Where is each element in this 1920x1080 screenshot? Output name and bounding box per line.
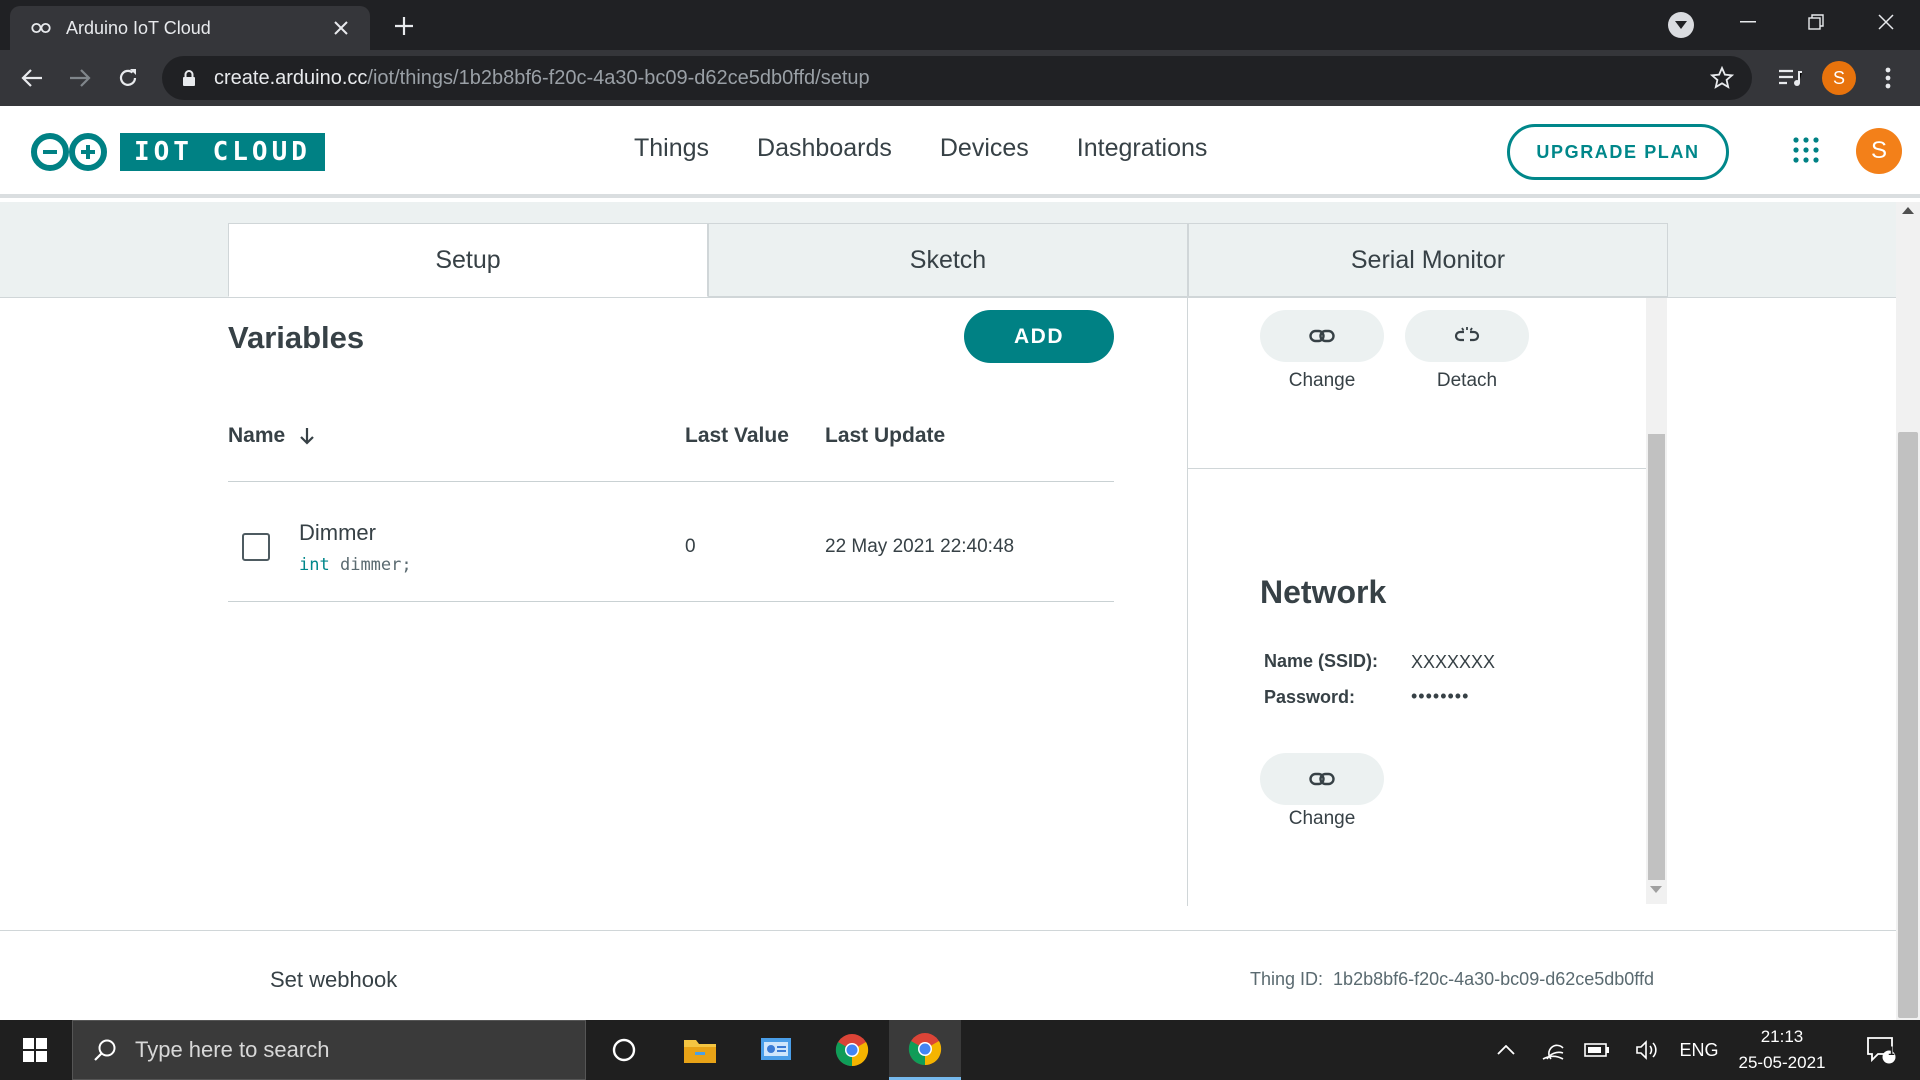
wifi-icon[interactable] [1536,1020,1570,1080]
column-name-label: Name [228,424,286,447]
ssid-label: Name (SSID): [1264,651,1379,671]
panel-scrollbar-thumb[interactable] [1648,434,1665,880]
media-queue-icon[interactable] [1774,62,1806,94]
change-network-button[interactable] [1260,753,1384,805]
link-icon [1309,329,1335,343]
variable-last-update: 22 May 2021 22:40:48 [825,536,1015,557]
start-button[interactable] [0,1020,70,1080]
nav-devices[interactable]: Devices [940,134,1029,163]
page-scroll-up-arrow-icon[interactable] [1902,206,1914,214]
thing-id-label: Thing ID: [1250,969,1324,989]
clock-time: 21:13 [1760,1027,1804,1046]
network-title: Network [1260,574,1387,610]
taskbar-search[interactable]: Type here to search [72,1020,586,1080]
back-icon[interactable] [14,60,50,96]
user-avatar[interactable]: S [1856,128,1902,174]
ssid-value: XXXXXXX [1411,652,1496,672]
detach-device-button[interactable] [1405,310,1529,362]
language-indicator[interactable]: ENG [1672,1020,1726,1080]
thing-id-value: 1b2b8bf6-f20c-4a30-bc09-d62ce5db0ffd [1333,969,1654,989]
link-icon [1309,772,1335,786]
browser-tab-title: Arduino IoT Cloud [66,17,211,38]
search-icon [94,1039,116,1061]
row-checkbox[interactable] [242,533,270,561]
column-header-last-update: Last Update [825,424,946,447]
reload-icon[interactable] [110,60,146,96]
browser-tab-strip: Arduino IoT Cloud [0,0,1920,50]
variable-name[interactable]: Dimmer [299,520,376,546]
url-path: /iot/things/1b2b8bf6-f20c-4a30-bc09-d62c… [367,66,870,89]
lock-icon [183,70,195,86]
iot-cloud-logo[interactable]: IOT CLOUD [30,132,325,172]
upgrade-plan-button[interactable]: UPGRADE PLAN [1507,124,1729,180]
page-footer: Set webhook Thing ID: 1b2b8bf6-f20c-4a30… [0,930,1896,1020]
declaration-type: int [299,555,330,575]
change-device-label: Change [1288,370,1356,391]
set-webhook-link[interactable]: Set webhook [270,967,397,993]
variable-last-value: 0 [685,536,696,557]
variable-declaration: int dimmer; [299,555,412,575]
tab-setup[interactable]: Setup [228,223,708,297]
chrome-icon[interactable] [816,1020,888,1080]
thing-tabs: Setup Sketch Serial Monitor [228,223,1668,297]
forward-icon[interactable] [62,60,98,96]
browser-tab[interactable]: Arduino IoT Cloud [10,6,370,50]
volume-icon[interactable] [1630,1020,1664,1080]
change-device-button[interactable] [1260,310,1384,362]
table-divider [228,601,1114,602]
cortana-icon[interactable] [588,1020,660,1080]
add-variable-button[interactable]: ADD [964,310,1114,363]
browser-menu-icon[interactable] [1872,62,1904,94]
clock-date: 25-05-2021 [1738,1053,1826,1072]
tab-serial-monitor[interactable]: Serial Monitor [1188,223,1668,297]
scroll-down-arrow-icon[interactable] [1650,886,1662,894]
nav-things[interactable]: Things [634,134,709,163]
tab-sketch[interactable]: Sketch [708,223,1188,297]
password-label: Password: [1264,687,1356,707]
system-clock[interactable]: 21:13 25-05-2021 [1720,1024,1844,1076]
windows-logo-icon [23,1038,47,1062]
control-panel-icon[interactable] [740,1020,812,1080]
chrome-active-icon[interactable] [889,1020,961,1080]
arduino-favicon-icon [31,22,51,34]
apps-grid-icon[interactable] [1792,136,1820,164]
declaration-name: dimmer; [339,555,412,575]
column-header-name[interactable]: Name [228,424,315,448]
table-divider [228,481,1114,482]
logo-text: IOT CLOUD [120,133,325,171]
browser-profile-avatar[interactable]: S [1822,61,1856,95]
variables-title: Variables [228,320,365,355]
bookmark-star-icon[interactable] [1710,66,1734,90]
thing-id: Thing ID: 1b2b8bf6-f20c-4a30-bc09-d62ce5… [1250,969,1654,990]
app-header: IOT CLOUD Things Dashboards Devices Inte… [0,106,1920,198]
battery-icon[interactable] [1580,1020,1614,1080]
detach-device-label: Detach [1436,370,1498,391]
browser-toolbar: create.arduino.cc/iot/things/1b2b8bf6-f2… [0,50,1920,106]
sort-arrow-down-icon [300,428,314,445]
notification-count: 1 [1888,1044,1895,1058]
file-explorer-icon[interactable] [664,1020,736,1080]
nav-dashboards[interactable]: Dashboards [757,134,892,163]
taskbar-search-placeholder: Type here to search [135,1037,330,1062]
address-bar[interactable]: create.arduino.cc/iot/things/1b2b8bf6-f2… [162,56,1752,100]
close-window-icon[interactable] [1852,0,1920,44]
minimize-icon[interactable] [1714,0,1782,44]
unlink-icon [1454,327,1480,342]
nav-integrations[interactable]: Integrations [1077,134,1208,163]
url-host: create.arduino.cc [214,66,368,89]
change-network-label: Change [1288,808,1356,829]
new-tab-icon[interactable] [390,12,418,40]
show-hidden-icons-icon[interactable] [1490,1020,1522,1080]
windows-taskbar: Type here to search ENG 21:13 25-05-2021… [0,1020,1920,1080]
main-nav: Things Dashboards Devices Integrations [634,134,1207,163]
tab-search-icon[interactable] [1668,12,1694,38]
page-scrollbar-thumb[interactable] [1898,432,1918,1018]
column-header-last-value: Last Value [685,424,789,447]
panel-divider [1188,468,1646,469]
restore-icon[interactable] [1782,0,1850,44]
password-value: •••••••• [1411,686,1470,706]
notification-center-icon[interactable]: 1 [1856,1020,1906,1080]
close-tab-icon[interactable] [330,17,352,39]
arduino-logo-icon [31,133,107,171]
